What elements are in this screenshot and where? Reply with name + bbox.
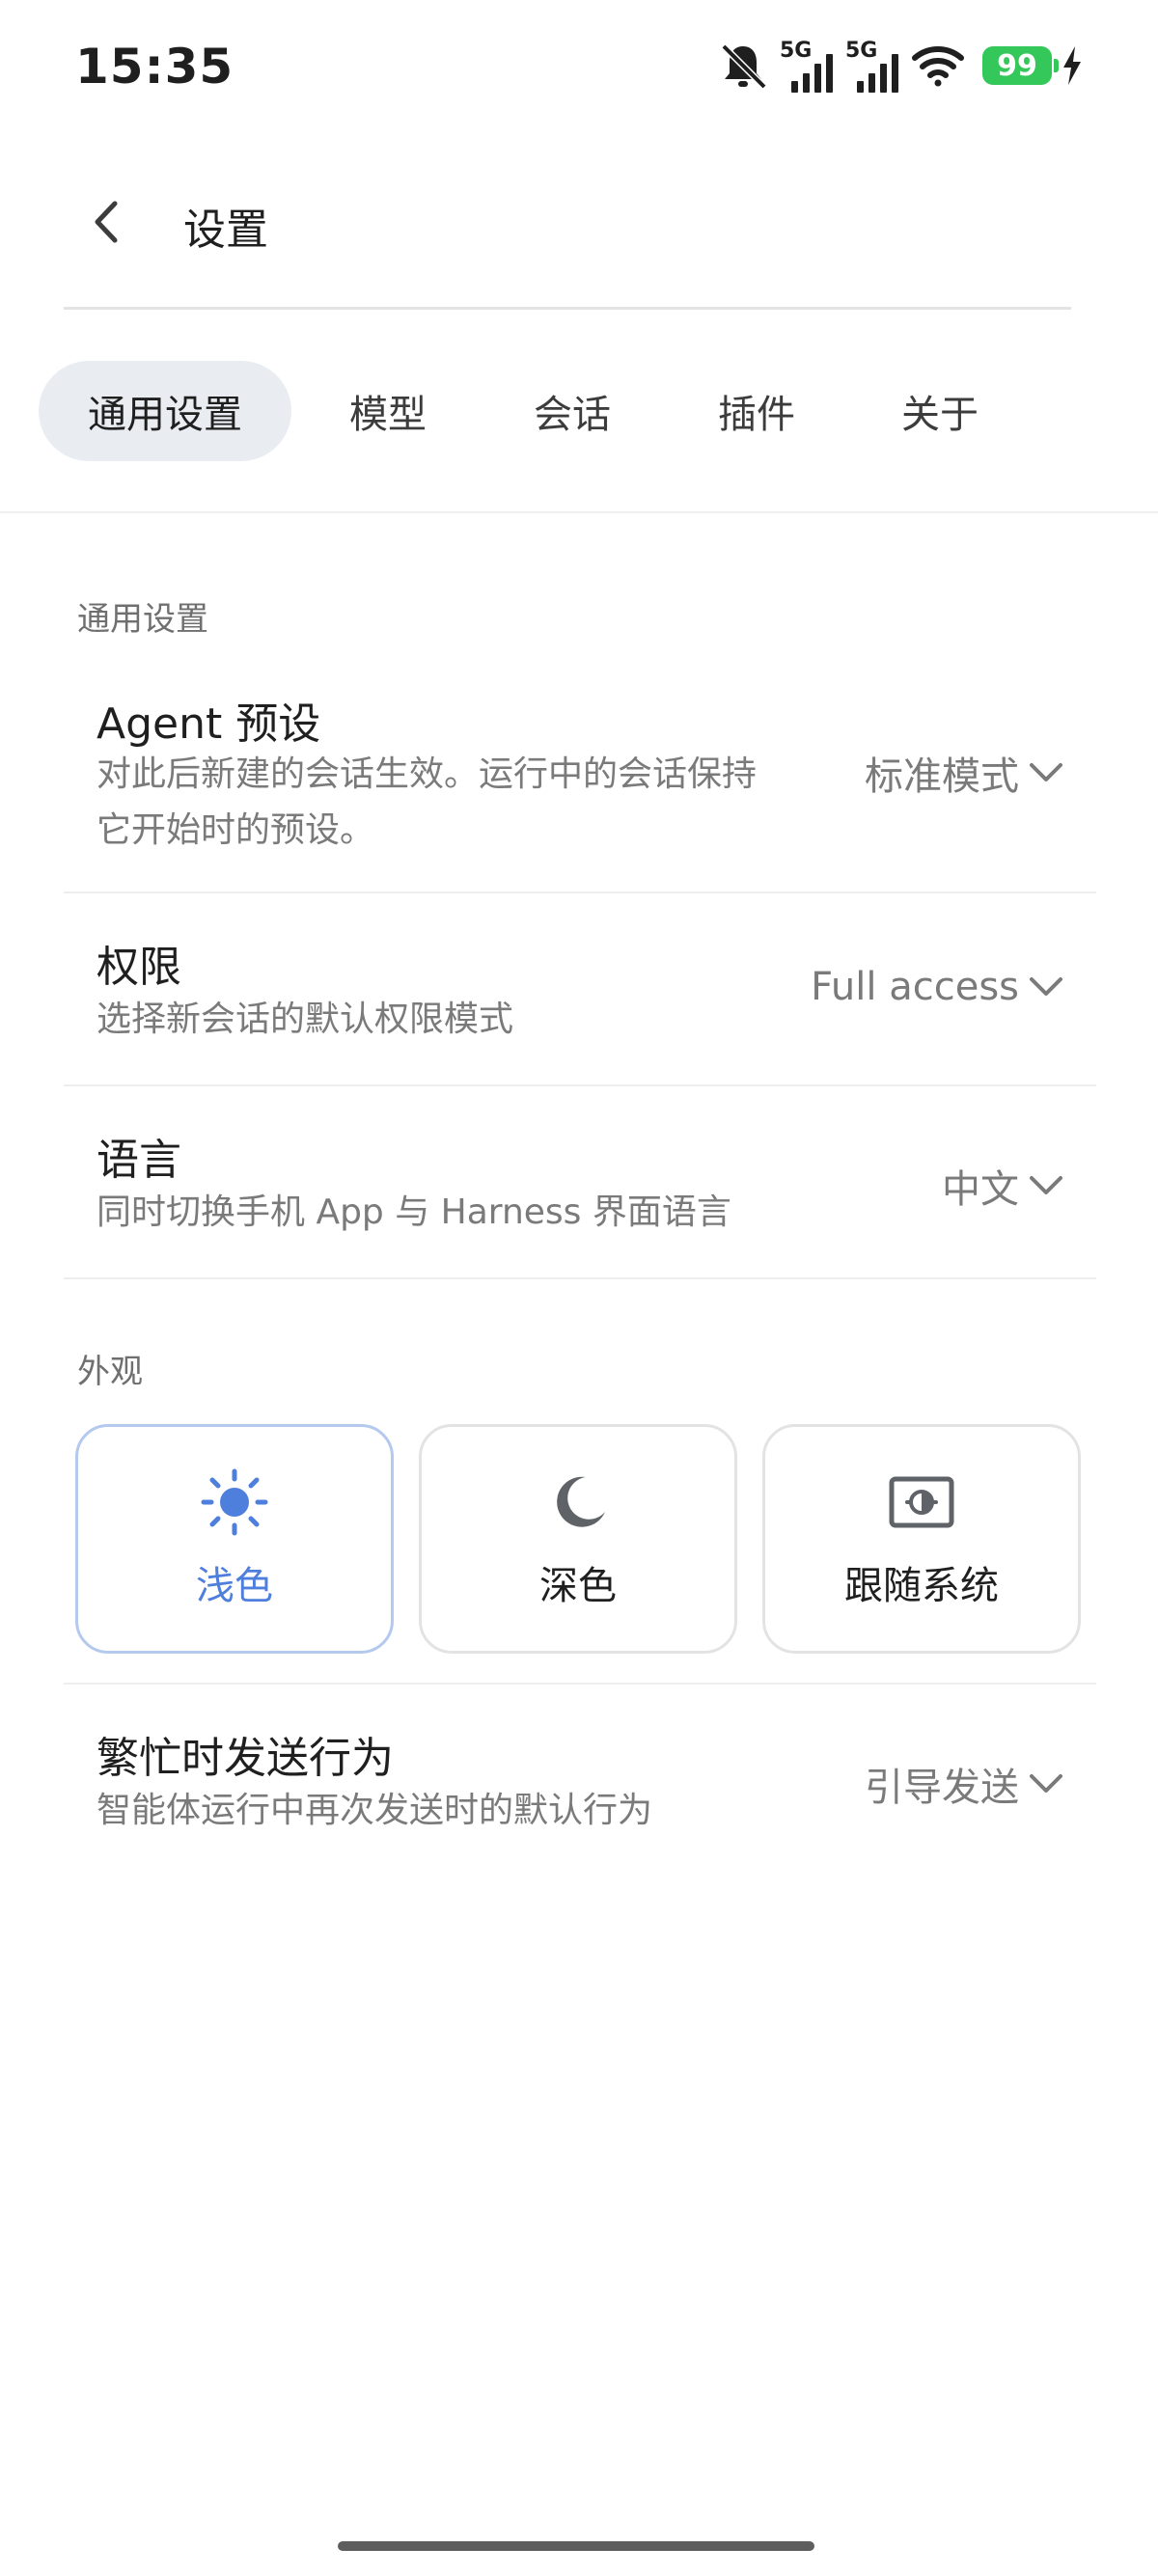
row-divider — [64, 1277, 1096, 1279]
wifi-icon — [912, 46, 964, 87]
battery-icon: 99 — [982, 46, 1059, 85]
page-title: 设置 — [183, 206, 268, 255]
tab-about[interactable]: 关于 — [853, 361, 1027, 461]
permissions-value: Full access — [811, 965, 1019, 1009]
row-divider — [64, 891, 1096, 893]
charging-bolt-icon — [1063, 46, 1081, 85]
tab-session[interactable]: 会话 — [484, 361, 660, 461]
bell-muted-icon — [721, 43, 767, 90]
status-time: 15:35 — [75, 39, 234, 95]
busy-send-dropdown[interactable]: 引导发送 — [865, 1756, 1063, 1812]
language-title: 语言 — [96, 1136, 181, 1185]
setting-row-permissions[interactable]: 权限 选择新会话的默认权限模式 Full access — [64, 926, 1096, 1061]
agent-preset-value: 标准模式 — [865, 754, 1019, 799]
cellular-2: 5G — [845, 39, 901, 93]
busy-send-title: 繁忙时发送行为 — [96, 1734, 394, 1783]
sun-icon — [201, 1468, 268, 1536]
brightness-auto-icon — [889, 1476, 954, 1528]
agent-preset-desc-line1: 对此后新建的会话生效。运行中的会话保持 — [96, 754, 758, 794]
agent-preset-title: Agent 预设 — [96, 699, 321, 749]
signal-icon — [791, 54, 833, 93]
language-dropdown[interactable]: 中文 — [942, 1158, 1063, 1214]
section-label-appearance: 外观 — [77, 1353, 143, 1391]
theme-label-light: 浅色 — [196, 1564, 273, 1608]
tab-general[interactable]: 通用设置 — [39, 361, 291, 461]
agent-preset-dropdown[interactable]: 标准模式 — [865, 745, 1063, 801]
setting-row-busy-send[interactable]: 繁忙时发送行为 智能体运行中再次发送时的默认行为 引导发送 — [64, 1717, 1096, 1852]
chevron-left-icon — [95, 201, 118, 243]
permissions-title: 权限 — [96, 943, 181, 992]
tab-model[interactable]: 模型 — [291, 361, 484, 461]
chevron-down-icon — [1030, 977, 1062, 996]
theme-option-dark[interactable]: 深色 — [419, 1424, 737, 1654]
theme-option-system[interactable]: 跟随系统 — [762, 1424, 1081, 1654]
chevron-down-icon — [1030, 1774, 1062, 1793]
permissions-desc: 选择新会话的默认权限模式 — [96, 1000, 514, 1039]
chevron-down-icon — [1030, 1176, 1062, 1194]
agent-preset-desc-line2: 它开始时的预设。 — [96, 810, 375, 850]
tab-bar: 通用设置 模型 会话 插件 关于 — [39, 361, 1027, 461]
tab-plugins[interactable]: 插件 — [660, 361, 853, 461]
moon-icon — [557, 1476, 605, 1527]
setting-row-language[interactable]: 语言 同时切换手机 App 与 Harness 界面语言 中文 — [64, 1119, 1096, 1254]
permissions-dropdown[interactable]: Full access — [811, 965, 1063, 1009]
language-desc: 同时切换手机 App 与 Harness 界面语言 — [96, 1192, 731, 1232]
chevron-down-icon — [1030, 763, 1062, 781]
back-button[interactable] — [77, 193, 135, 251]
header: 设置 — [0, 154, 1158, 289]
appearance-options: 浅色 深色 跟随系统 — [75, 1424, 1081, 1654]
section-label-general: 通用设置 — [77, 600, 208, 639]
header-divider — [64, 307, 1071, 310]
cellular-1: 5G — [780, 39, 836, 93]
signal-icon — [857, 54, 898, 93]
theme-option-light[interactable]: 浅色 — [75, 1424, 394, 1654]
language-value: 中文 — [942, 1167, 1019, 1212]
row-divider — [64, 1683, 1096, 1685]
status-bar: 15:35 5G 5G 99 — [0, 0, 1158, 135]
busy-send-desc: 智能体运行中再次发送时的默认行为 — [96, 1791, 653, 1830]
tabs-divider — [0, 511, 1158, 513]
theme-label-system: 跟随系统 — [844, 1564, 999, 1608]
setting-row-agent-preset[interactable]: Agent 预设 对此后新建的会话生效。运行中的会话保持 它开始时的预设。 标准… — [64, 675, 1096, 888]
home-indicator[interactable] — [338, 2541, 814, 2551]
busy-send-value: 引导发送 — [865, 1766, 1019, 1810]
row-divider — [64, 1084, 1096, 1086]
theme-label-dark: 深色 — [539, 1564, 617, 1608]
status-icons: 5G 5G 99 — [716, 37, 1083, 95]
